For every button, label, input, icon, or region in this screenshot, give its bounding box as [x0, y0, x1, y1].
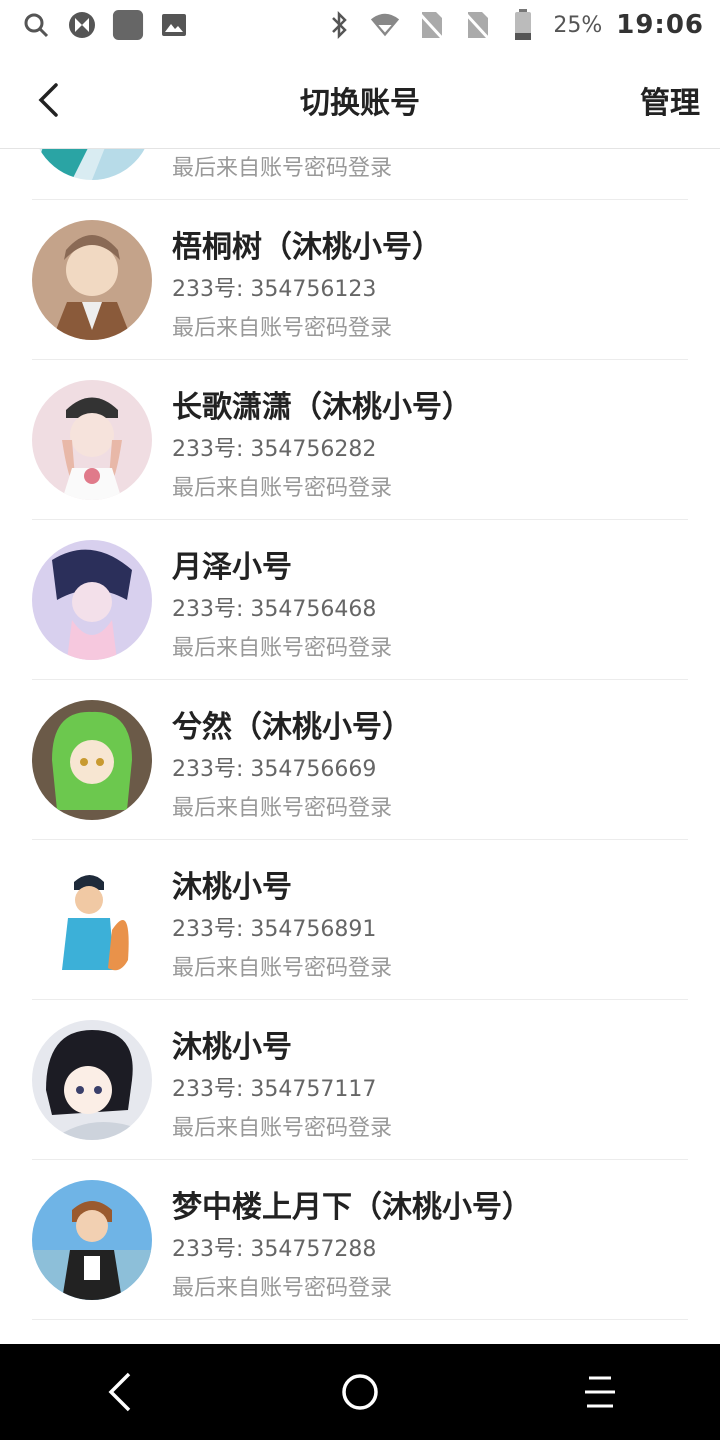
- account-name: 沐桃小号: [172, 870, 292, 905]
- account-name: 长歌潇潇（沐桃小号）: [172, 390, 472, 425]
- no-sim-icon: [461, 9, 493, 41]
- account-name: 兮然（沐桃小号）: [172, 710, 412, 745]
- account-item[interactable]: 沐桃小号 233号: 354757117 最后来自账号密码登录: [32, 1000, 688, 1160]
- account-name: 梦中楼上月下（沐桃小号）: [172, 1190, 532, 1225]
- last-login: 最后来自账号密码登录: [172, 1116, 393, 1141]
- account-id: 233号: 354756468: [172, 597, 377, 622]
- account-item[interactable]: 沐桃小号 233号: 354756891 最后来自账号密码登录: [32, 840, 688, 1000]
- avatar: [32, 860, 152, 980]
- account-id: 233号: 354757117: [172, 1077, 377, 1102]
- avatar: [32, 540, 152, 660]
- avatar: [32, 1180, 152, 1300]
- account-id: 233号: 354756123: [172, 277, 377, 302]
- clock: 19:06: [616, 10, 704, 40]
- battery-icon: [507, 9, 539, 41]
- search-icon: [20, 9, 52, 41]
- avatar: [32, 700, 152, 820]
- avatar: [32, 149, 152, 180]
- last-login: 最后来自账号密码登录: [172, 956, 393, 981]
- last-login: 最后来自账号密码登录: [172, 636, 393, 661]
- avatar: [32, 1020, 152, 1140]
- last-login: 最后来自账号密码登录: [172, 316, 393, 341]
- bluetooth-icon: [323, 9, 355, 41]
- account-list[interactable]: 最后来自账号密码登录 梧桐树（沐桃小号） 233号: 354756123 最后来…: [0, 149, 720, 1344]
- no-sim-icon: [415, 9, 447, 41]
- status-bar: 25% 19:06: [0, 0, 720, 50]
- account-id: 233号: 354756891: [172, 917, 377, 942]
- back-icon: [108, 1372, 131, 1412]
- account-item[interactable]: 最后来自账号密码登录: [32, 149, 688, 200]
- account-name: 沐桃小号: [172, 1030, 292, 1065]
- image-icon: [158, 9, 190, 41]
- nav-back-button[interactable]: [80, 1352, 160, 1432]
- square-icon: [112, 9, 144, 41]
- home-icon: [342, 1374, 378, 1410]
- account-name: 月泽小号: [172, 550, 292, 585]
- app-icon: [66, 9, 98, 41]
- nav-menu-button[interactable]: [560, 1352, 640, 1432]
- wifi-icon: [369, 9, 401, 41]
- account-item[interactable]: 月泽小号 233号: 354756468 最后来自账号密码登录: [32, 520, 688, 680]
- page-title: 切换账号: [300, 86, 420, 121]
- avatar: [32, 380, 152, 500]
- account-item[interactable]: 长歌潇潇（沐桃小号） 233号: 354756282 最后来自账号密码登录: [32, 360, 688, 520]
- manage-button[interactable]: 管理: [640, 78, 700, 122]
- last-login: 最后来自账号密码登录: [172, 156, 393, 181]
- app-header: 切换账号 管理: [0, 50, 720, 149]
- last-login: 最后来自账号密码登录: [172, 476, 393, 501]
- last-login: 最后来自账号密码登录: [172, 1276, 393, 1301]
- account-item[interactable]: 兮然（沐桃小号） 233号: 354756669 最后来自账号密码登录: [32, 680, 688, 840]
- menu-icon: [585, 1376, 615, 1408]
- system-nav-bar: [0, 1344, 720, 1440]
- last-login: 最后来自账号密码登录: [172, 796, 393, 821]
- account-id: 233号: 354757288: [172, 1237, 377, 1262]
- nav-home-button[interactable]: [320, 1352, 400, 1432]
- account-id: 233号: 354756669: [172, 757, 377, 782]
- account-item[interactable]: 梧桐树（沐桃小号） 233号: 354756123 最后来自账号密码登录: [32, 200, 688, 360]
- battery-percent: 25%: [553, 12, 603, 38]
- account-item[interactable]: 梦中楼上月下（沐桃小号） 233号: 354757288 最后来自账号密码登录: [32, 1160, 688, 1320]
- avatar: [32, 220, 152, 340]
- account-name: 梧桐树（沐桃小号）: [172, 230, 442, 265]
- account-id: 233号: 354756282: [172, 437, 377, 462]
